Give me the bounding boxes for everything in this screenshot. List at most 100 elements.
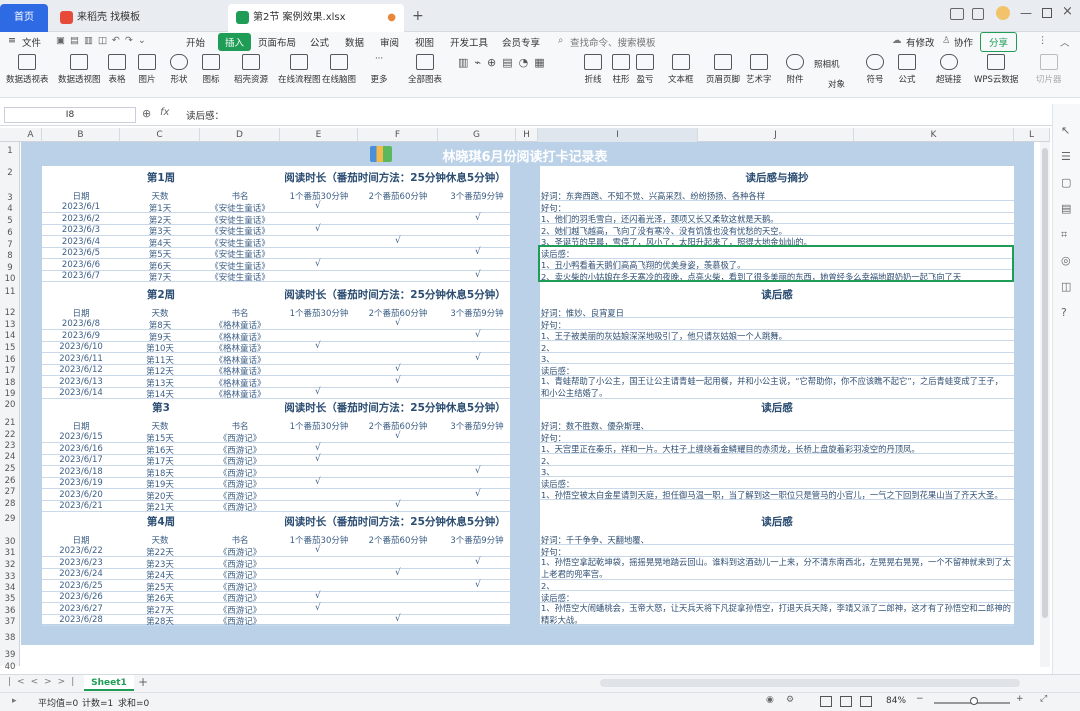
zoom-out-icon[interactable]: − [916, 694, 924, 704]
wps-cloud-data-button[interactable]: WPS云数据 [974, 54, 1018, 85]
backup-icon[interactable]: ◎ [1061, 254, 1071, 267]
edit-status[interactable]: 有修改 [906, 35, 935, 49]
close-icon[interactable]: × [1062, 4, 1073, 19]
tab-file[interactable]: 第2节 案例效果.xlsx ● [228, 4, 404, 32]
settings-icon[interactable]: ⚙ [786, 695, 794, 705]
row-number[interactable]: 36 [0, 606, 20, 616]
selected-cell[interactable] [538, 245, 1014, 282]
crop-icon[interactable]: ▢ [1061, 176, 1071, 189]
collab-button[interactable]: 协作 [954, 35, 973, 49]
row-number[interactable]: 18 [0, 378, 20, 388]
name-box[interactable]: I8 [4, 107, 136, 123]
row-number[interactable]: 32 [0, 560, 20, 570]
menu-item-review[interactable]: 审阅 [380, 35, 399, 49]
col-b[interactable]: B [42, 128, 120, 142]
share-button[interactable]: 分享 [980, 32, 1018, 52]
camera-button[interactable]: 照相机 [814, 58, 840, 70]
row-number[interactable]: 34 [0, 583, 20, 593]
scroll-thumb[interactable] [1042, 148, 1048, 618]
row-number[interactable]: 5 [0, 216, 20, 226]
table-button[interactable]: 表格 [108, 54, 126, 85]
slicer-button[interactable]: 切片器 [1036, 54, 1062, 85]
sparkline-winloss-button[interactable]: 盈亏 [636, 54, 654, 85]
tab-home[interactable]: 首页 [0, 4, 48, 32]
col-l[interactable]: L [1014, 128, 1050, 142]
zoom-fx-icon[interactable]: ⊕ [142, 107, 151, 120]
row-number[interactable]: 40 [0, 662, 20, 672]
maximize-icon[interactable] [1042, 8, 1052, 18]
equation-button[interactable]: 公式 [898, 54, 916, 85]
page-break-icon[interactable] [860, 696, 872, 707]
row-number[interactable]: 14 [0, 331, 20, 341]
avatar[interactable] [996, 6, 1010, 20]
book-icon[interactable]: ◫ [1061, 280, 1071, 293]
menu-item-formula[interactable]: 公式 [310, 35, 329, 49]
flowchart-button[interactable]: 在线流程图 [278, 54, 321, 85]
row-number[interactable]: 15 [0, 343, 20, 353]
col-g[interactable]: G [438, 128, 516, 142]
page-layout-icon[interactable] [840, 696, 852, 707]
col-e[interactable]: E [280, 128, 358, 142]
zoom-in-icon[interactable]: + [1016, 694, 1024, 704]
vertical-scrollbar[interactable] [1040, 142, 1050, 667]
menu-file[interactable]: 文件 [22, 35, 41, 49]
chart-type-icons[interactable]: ▥⌁⊕▤◔▦ [458, 56, 551, 69]
symbol-button[interactable]: 符号 [866, 54, 884, 85]
hamburger-icon[interactable]: ≡ [8, 35, 16, 46]
row-number[interactable]: 12 [0, 308, 20, 318]
picture-button[interactable]: 图片 [138, 54, 156, 85]
formula-input[interactable]: 读后感： [186, 108, 224, 122]
row-number[interactable]: 20 [0, 400, 20, 410]
menu-item-insert[interactable]: 插入 [218, 33, 252, 51]
sheet-nav-icons[interactable]: |<<>>| [8, 677, 80, 687]
row-number[interactable]: 26 [0, 476, 20, 486]
col-c[interactable]: C [120, 128, 200, 142]
attachment-button[interactable]: 附件 [786, 54, 804, 85]
shape-button[interactable]: 形状 [170, 54, 188, 85]
cursor-icon[interactable]: ↖ [1061, 124, 1070, 137]
row-number[interactable]: 39 [0, 650, 20, 660]
mindmap-button[interactable]: 在线脑图 [322, 54, 356, 85]
row-number[interactable]: 23 [0, 441, 20, 451]
row-number[interactable]: 13 [0, 320, 20, 330]
cloud-icon[interactable]: ☁ [892, 35, 902, 46]
row-number[interactable]: 19 [0, 389, 20, 399]
eye-protect-icon[interactable]: ◉ [766, 695, 774, 705]
textbox-button[interactable]: 文本框 [668, 54, 694, 85]
minimize-icon[interactable]: — [1020, 6, 1032, 20]
col-i[interactable]: I [538, 128, 698, 142]
hyperlink-button[interactable]: 超链接 [936, 54, 962, 85]
pivot-table-button[interactable]: 数据透视表 [6, 54, 49, 85]
collapse-icon[interactable]: ︿ [1060, 35, 1070, 49]
more-icon[interactable]: ⋮ [1038, 35, 1048, 46]
window-list-icon[interactable] [972, 8, 984, 20]
row-number[interactable]: 3 [0, 193, 20, 203]
normal-view-icon[interactable] [820, 696, 832, 707]
object-button[interactable]: 对象 [828, 78, 845, 90]
row-number[interactable]: 30 [0, 537, 20, 547]
row-number[interactable]: 25 [0, 464, 20, 474]
row-number[interactable]: 10 [0, 274, 20, 284]
row-number[interactable]: 29 [0, 514, 20, 524]
quick-access-icons[interactable]: ▣▤▥◫↶↷⌄ [56, 35, 151, 46]
row-number[interactable]: 17 [0, 366, 20, 376]
row-number[interactable]: 6 [0, 228, 20, 238]
add-sheet-button[interactable]: + [138, 675, 148, 689]
col-k[interactable]: K [854, 128, 1014, 142]
row-number[interactable]: 9 [0, 263, 20, 273]
row-number[interactable]: 1 [0, 146, 20, 156]
col-j[interactable]: J [698, 128, 854, 142]
menu-item-start[interactable]: 开始 [186, 35, 205, 49]
row-number[interactable]: 2 [0, 168, 20, 178]
menu-item-data[interactable]: 数据 [345, 35, 364, 49]
col-d[interactable]: D [200, 128, 280, 142]
search-icon[interactable]: ⌕ [558, 35, 563, 46]
icons-button[interactable]: 图标 [202, 54, 220, 85]
row-number[interactable]: 16 [0, 355, 20, 365]
sparkline-column-button[interactable]: 柱形 [612, 54, 630, 85]
row-number[interactable]: 37 [0, 617, 20, 627]
row-number[interactable]: 38 [0, 633, 20, 643]
layout-icon[interactable] [950, 8, 964, 20]
user-icon[interactable]: ♙ [942, 35, 951, 46]
pivot-chart-button[interactable]: 数据透视图 [58, 54, 101, 85]
